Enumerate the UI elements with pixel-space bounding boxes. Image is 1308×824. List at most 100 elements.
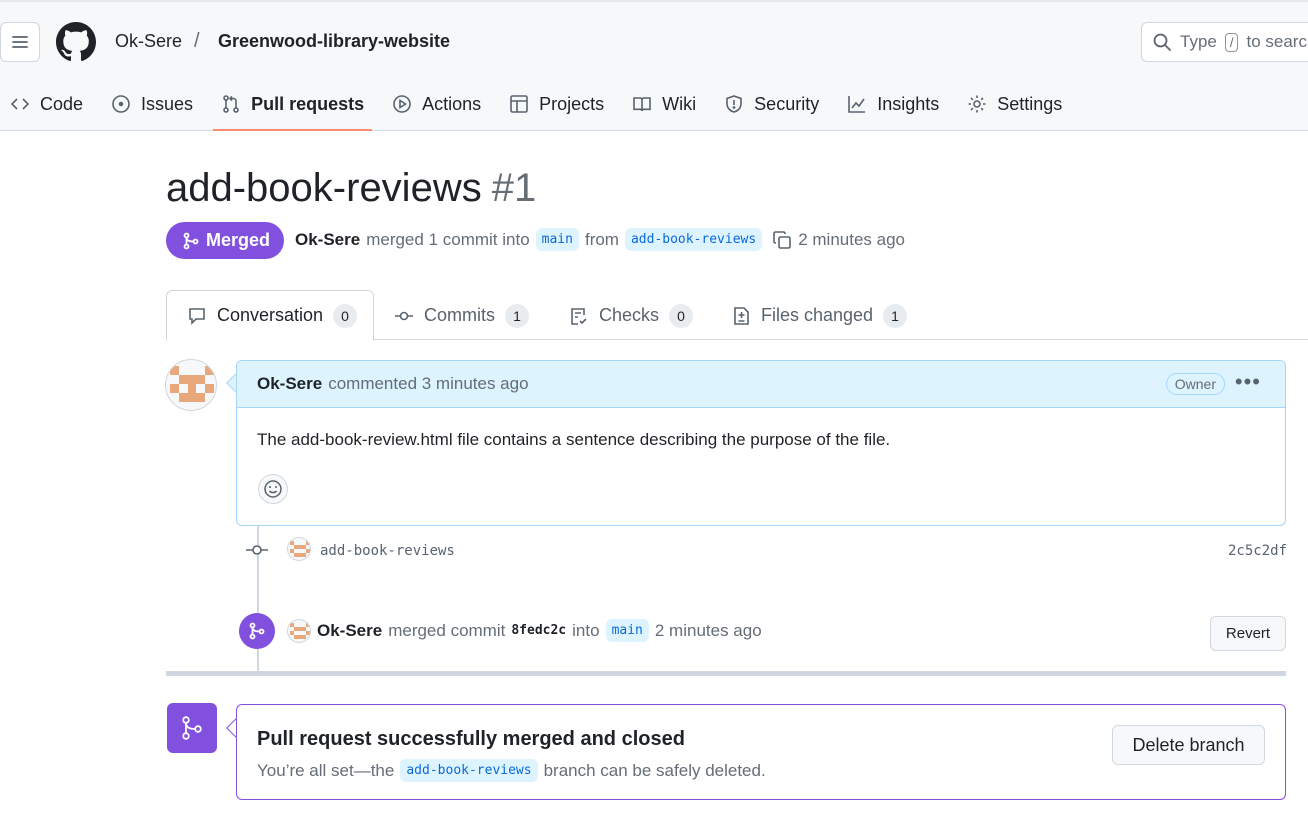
github-logo-icon[interactable] bbox=[56, 22, 96, 62]
pr-meta: Ok-Sere merged 1 commit into main from a… bbox=[295, 228, 905, 251]
nav-security[interactable]: Security bbox=[716, 78, 827, 130]
nav-projects[interactable]: Projects bbox=[501, 78, 612, 130]
head-branch-label[interactable]: add-book-reviews bbox=[624, 228, 763, 251]
pr-state-badge: Merged bbox=[166, 222, 285, 259]
commit-author-avatar[interactable] bbox=[287, 537, 311, 561]
pr-action-text: merged 1 commit into bbox=[366, 229, 530, 249]
nav-label: Wiki bbox=[662, 93, 697, 114]
merge-event: Ok-Sere merged commit 8fedc2c into main … bbox=[317, 619, 762, 642]
repo-name-link[interactable]: Greenwood-library-website bbox=[218, 31, 450, 52]
avatar[interactable] bbox=[165, 359, 217, 411]
code-icon bbox=[10, 98, 30, 110]
pr-state-label: Merged bbox=[206, 230, 271, 250]
pr-tabs: Conversation 0 Commits 1 Checks 0 Files … bbox=[166, 290, 1308, 341]
comment-header: Ok-Sere commented 3 minutes ago Owner ••… bbox=[237, 361, 1285, 408]
play-icon bbox=[393, 95, 411, 113]
pr-number: #1 bbox=[491, 166, 537, 210]
owner-badge: Owner bbox=[1165, 373, 1225, 395]
nav-settings[interactable]: Settings bbox=[959, 78, 1070, 130]
tab-files-changed[interactable]: Files changed 1 bbox=[731, 290, 908, 341]
nav-label: Actions bbox=[422, 93, 482, 114]
nav-label: Projects bbox=[539, 93, 605, 114]
comment-author-link[interactable]: Ok-Sere bbox=[257, 374, 322, 394]
tab-counter: 1 bbox=[883, 303, 908, 328]
merge-target-branch[interactable]: main bbox=[605, 619, 649, 642]
tab-label: Checks bbox=[599, 305, 660, 325]
file-diff-icon bbox=[734, 306, 749, 325]
merge-author-avatar[interactable] bbox=[287, 619, 311, 643]
comment-action: commented 3 minutes ago bbox=[328, 374, 529, 393]
graph-icon bbox=[848, 96, 866, 113]
commit-message-link[interactable]: add-book-reviews bbox=[320, 543, 455, 559]
merge-commit-sha-link[interactable]: 8fedc2c bbox=[511, 623, 566, 638]
nav-pull-requests[interactable]: Pull requests bbox=[213, 78, 373, 131]
tab-counter: 0 bbox=[669, 303, 694, 328]
merge-sub-suffix: branch can be safely deleted. bbox=[543, 760, 766, 780]
merge-icon bbox=[182, 716, 202, 740]
add-reaction-button[interactable] bbox=[258, 474, 288, 504]
search-shortcut-key: / bbox=[1224, 32, 1239, 52]
smiley-icon bbox=[264, 480, 282, 498]
gear-icon bbox=[968, 95, 986, 113]
commit-sha-link[interactable]: 2c5c2df bbox=[1228, 543, 1287, 559]
repo-owner-link[interactable]: Ok-Sere bbox=[115, 31, 182, 52]
pr-time: 2 minutes ago bbox=[798, 229, 905, 249]
search-suffix: to search bbox=[1246, 32, 1308, 51]
pr-title-text: add-book-reviews bbox=[166, 166, 482, 210]
pr-author-link[interactable]: Ok-Sere bbox=[295, 230, 360, 250]
nav-label: Code bbox=[40, 93, 84, 114]
pull-request-icon bbox=[223, 95, 239, 113]
nav-issues[interactable]: Issues bbox=[103, 78, 201, 130]
pr-from-text: from bbox=[584, 229, 619, 249]
delete-branch-button[interactable]: Delete branch bbox=[1112, 725, 1265, 765]
nav-code[interactable]: Code bbox=[2, 78, 91, 130]
comment-body: The add-book-review.html file contains a… bbox=[257, 430, 891, 449]
tab-commits[interactable]: Commits 1 bbox=[394, 290, 529, 341]
repo-nav: Code Issues Pull requests Actions Projec… bbox=[0, 78, 1070, 131]
tab-label: Commits bbox=[424, 305, 495, 325]
tab-conversation[interactable]: Conversation 0 bbox=[166, 290, 374, 341]
commit-icon bbox=[395, 311, 413, 320]
merge-author-link[interactable]: Ok-Sere bbox=[317, 621, 382, 641]
kebab-menu-icon[interactable]: ••• bbox=[1235, 369, 1261, 395]
search-prefix: Type bbox=[1180, 32, 1217, 51]
merge-icon bbox=[183, 232, 199, 249]
comment-icon bbox=[189, 307, 205, 325]
tab-counter: 0 bbox=[333, 303, 358, 328]
search-input[interactable]: Type / to search bbox=[1141, 22, 1308, 62]
timeline-divider bbox=[166, 671, 1286, 676]
copy-icon[interactable] bbox=[772, 230, 792, 250]
issue-icon bbox=[112, 95, 130, 113]
nav-label: Security bbox=[754, 93, 820, 114]
top-border bbox=[0, 0, 1308, 2]
tab-checks[interactable]: Checks 0 bbox=[569, 290, 694, 341]
base-branch-label[interactable]: main bbox=[535, 228, 579, 251]
comment-card: Ok-Sere commented 3 minutes ago Owner ••… bbox=[236, 360, 1286, 526]
nav-label: Settings bbox=[997, 93, 1063, 114]
nav-label: Insights bbox=[877, 93, 940, 114]
pr-title: add-book-reviews #1 bbox=[166, 166, 536, 211]
nav-label: Pull requests bbox=[251, 93, 365, 114]
identicon-icon bbox=[290, 541, 310, 557]
merge-status-icon bbox=[167, 703, 217, 753]
merge-event-text: merged commit bbox=[388, 620, 506, 640]
tab-counter: 1 bbox=[505, 303, 529, 328]
nav-wiki[interactable]: Wiki bbox=[624, 78, 704, 130]
checklist-icon bbox=[571, 307, 587, 325]
merge-event-badge bbox=[239, 613, 275, 649]
revert-button[interactable]: Revert bbox=[1210, 616, 1286, 651]
shield-icon bbox=[726, 95, 742, 113]
merge-status-title: Pull request successfully merged and clo… bbox=[257, 728, 685, 750]
hamburger-menu-button[interactable] bbox=[0, 22, 40, 62]
table-icon bbox=[510, 95, 528, 113]
nav-actions[interactable]: Actions bbox=[384, 78, 489, 130]
nav-label: Issues bbox=[141, 93, 194, 114]
merge-event-time: 2 minutes ago bbox=[654, 620, 762, 640]
nav-insights[interactable]: Insights bbox=[839, 78, 947, 130]
search-icon bbox=[1153, 33, 1171, 51]
merge-sub-prefix: You’re all set—the bbox=[257, 760, 395, 780]
breadcrumb-separator: / bbox=[194, 30, 200, 52]
merged-branch-label[interactable]: add-book-reviews bbox=[400, 759, 538, 782]
tab-label: Conversation bbox=[217, 305, 324, 325]
identicon-icon bbox=[290, 623, 310, 639]
